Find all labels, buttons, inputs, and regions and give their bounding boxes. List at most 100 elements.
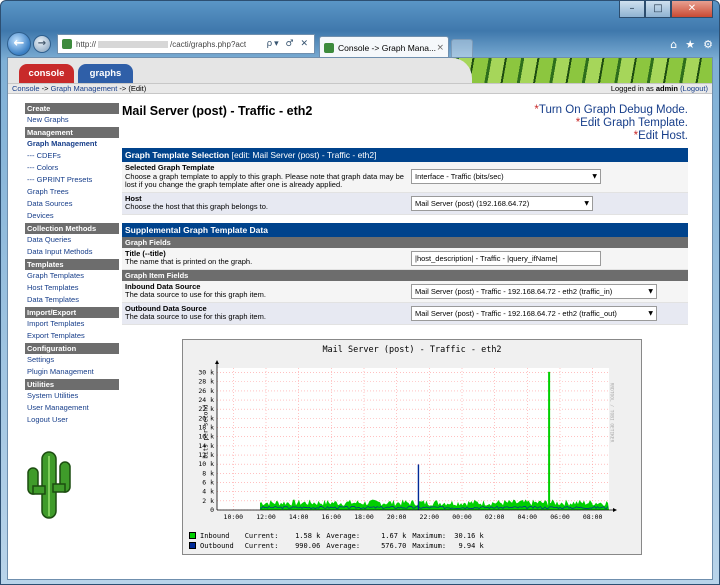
breadcrumb-graph-management-link[interactable]: Graph Management — [51, 84, 118, 93]
legend-current: 1.58 k — [295, 531, 321, 540]
sidebar-item-gprint-presets[interactable]: --- GPRINT Presets — [25, 174, 119, 186]
login-user: admin — [655, 84, 678, 93]
legend-average-label: Average: — [326, 531, 361, 540]
legend-swatch — [189, 532, 196, 539]
sidebar-item-graph-templates[interactable]: Graph Templates — [25, 270, 119, 282]
sidebar-item-host-templates[interactable]: Host Templates — [25, 282, 119, 294]
field-description: Host Choose the host that this graph belo… — [125, 194, 411, 212]
title-input[interactable]: |host_description| - Traffic - |query_if… — [411, 250, 601, 266]
legend-row: Inbound Current: 1.58 k Average: 1.67 k Maxim… — [189, 531, 484, 541]
y-tick-label: 24 k — [198, 396, 214, 404]
subsection-graph-fields: Graph Fields — [122, 236, 688, 248]
x-tick-label: 12:00 — [256, 513, 276, 521]
debug-mode-link[interactable]: Turn On Graph Debug Mode. — [539, 104, 688, 116]
x-tick-label: 18:00 — [354, 513, 374, 521]
address-tools-icons[interactable]: ρ▾ ♂ ✕ — [266, 39, 310, 49]
legend-maximum-label: Maximum: — [412, 541, 447, 550]
site-favicon-icon — [62, 39, 72, 49]
traffic-graph[interactable]: Mail Server (post) - Traffic - eth2 bits… — [182, 338, 642, 555]
browser-tab-console[interactable]: Console -> Graph Mana... × — [319, 36, 449, 58]
sidebar-item-import-templates[interactable]: Import Templates — [25, 318, 119, 330]
forward-button[interactable]: → — [33, 35, 51, 53]
y-tick-label: 14 k — [198, 441, 214, 449]
tab-console[interactable]: console — [19, 64, 74, 83]
inbound-source-select[interactable]: Mail Server (post) - Traffic - 192.168.6… — [411, 283, 657, 299]
sidebar-item-cdefs[interactable]: --- CDEFs — [25, 150, 119, 162]
y-tick-label: 0 — [210, 506, 214, 514]
field-help: The name that is printed on the graph. — [125, 257, 253, 266]
cacti-logo-icon — [27, 451, 71, 519]
sidebar-item-data-templates[interactable]: Data Templates — [25, 294, 119, 306]
legend-current-label: Current: — [244, 531, 279, 540]
sidebar-item-new-graphs[interactable]: New Graphs — [25, 114, 119, 126]
breadcrumb-separator: -> — [117, 84, 129, 93]
y-tick-label: 20 k — [198, 414, 214, 422]
sidebar-item-export-templates[interactable]: Export Templates — [25, 330, 119, 342]
sidebar-item-devices[interactable]: Devices — [25, 210, 119, 222]
close-window-button[interactable]: ✕ — [671, 1, 713, 18]
window-controls: – □ ✕ — [619, 1, 713, 19]
address-bar[interactable]: http:///cacti/graphs.php?act ρ▾ ♂ ✕ — [57, 34, 315, 54]
home-icon[interactable]: ⌂ — [670, 38, 677, 51]
outbound-source-select[interactable]: Mail Server (post) - Traffic - 192.168.6… — [411, 305, 657, 321]
address-text: http:///cacti/graphs.php?act — [76, 39, 247, 49]
sidebar-section-header: Import/Export — [25, 307, 119, 318]
field-help: The data source to use for this graph it… — [125, 290, 266, 299]
sidebar-item-plugin-management[interactable]: Plugin Management — [25, 366, 119, 378]
host-select[interactable]: Mail Server (post) (192.168.64.72) ▼ — [411, 195, 593, 211]
x-axis-arrow — [613, 507, 617, 512]
sidebar-section-header: Management — [25, 127, 119, 138]
field-help: The data source to use for this graph it… — [125, 312, 266, 321]
legend-maximum: 30.16 k — [454, 531, 484, 540]
edit-graph-template-link[interactable]: Edit Graph Template. — [580, 117, 688, 129]
maximize-button[interactable]: □ — [645, 1, 671, 18]
back-button[interactable]: ← — [7, 32, 31, 56]
settings-gear-icon[interactable]: ⚙ — [703, 38, 713, 51]
y-tick-label: 22 k — [198, 405, 214, 413]
login-prefix: Logged in as — [610, 84, 656, 93]
x-tick-label: 14:00 — [289, 513, 309, 521]
sidebar-item-data-queries[interactable]: Data Queries — [25, 234, 119, 246]
browser-icons: ⌂ ★ ⚙ — [670, 38, 713, 51]
field-title: Title (--title) The name that is printed … — [122, 247, 688, 270]
header-cactus-art — [442, 58, 712, 83]
sidebar-item-logout-user[interactable]: Logout User — [25, 414, 119, 426]
field-help: Choose a graph template to apply to this… — [125, 171, 404, 189]
graph-template-select[interactable]: Interface - Traffic (bits/sec) ▼ — [411, 169, 601, 185]
action-links: *Turn On Graph Debug Mode. *Edit Graph T… — [534, 104, 688, 143]
sidebar-section-header: Create — [25, 103, 119, 114]
tab-close-icon[interactable]: × — [436, 43, 444, 53]
tab-graphs[interactable]: graphs — [78, 64, 133, 83]
sidebar-menu: Create New Graphs Management Graph Manageme… — [25, 102, 119, 426]
legend-name: Inbound — [200, 531, 230, 540]
cacti-header: console graphs — [8, 58, 712, 83]
section-edit-note: [edit: Mail Server (post) - Traffic - et… — [231, 150, 377, 160]
y-tick-label: 26 k — [198, 386, 214, 394]
legend-average-label: Average: — [326, 541, 361, 550]
x-tick-label: 20:00 — [387, 513, 407, 521]
browser-toolbar: ← → http:///cacti/graphs.php?act ρ▾ ♂ ✕ … — [7, 29, 713, 59]
logout-link[interactable]: (Logout) — [680, 84, 708, 93]
breadcrumb-separator: -> — [39, 84, 51, 93]
sidebar-item-data-sources[interactable]: Data Sources — [25, 198, 119, 210]
breadcrumb-console-link[interactable]: Console — [12, 84, 40, 93]
sidebar-item-user-management[interactable]: User Management — [25, 402, 119, 414]
sidebar-item-settings[interactable]: Settings — [25, 354, 119, 366]
new-tab-button[interactable] — [451, 39, 473, 57]
sidebar-item-colors[interactable]: --- Colors — [25, 162, 119, 174]
legend-maximum: 9.94 k — [458, 541, 484, 550]
minimize-button[interactable]: – — [619, 1, 645, 18]
sidebar-item-system-utilities[interactable]: System Utilities — [25, 390, 119, 402]
edit-host-link[interactable]: Edit Host. — [638, 130, 688, 142]
y-tick-label: 30 k — [198, 368, 214, 376]
select-value: Mail Server (post) - Traffic - 192.168.6… — [415, 286, 613, 296]
x-tick-label: 22:00 — [420, 513, 440, 521]
select-value: Mail Server (post) (192.168.64.72) — [415, 198, 530, 208]
sidebar-item-data-input-methods[interactable]: Data Input Methods — [25, 246, 119, 258]
field-description: Title (--title) The name that is printed … — [125, 249, 411, 267]
legend-average: 1.67 k — [381, 531, 407, 540]
sidebar-item-graph-management[interactable]: Graph Management — [25, 138, 119, 150]
favorites-star-icon[interactable]: ★ — [685, 38, 695, 51]
sidebar-item-graph-trees[interactable]: Graph Trees — [25, 186, 119, 198]
x-tick-label: 08:00 — [583, 513, 603, 521]
